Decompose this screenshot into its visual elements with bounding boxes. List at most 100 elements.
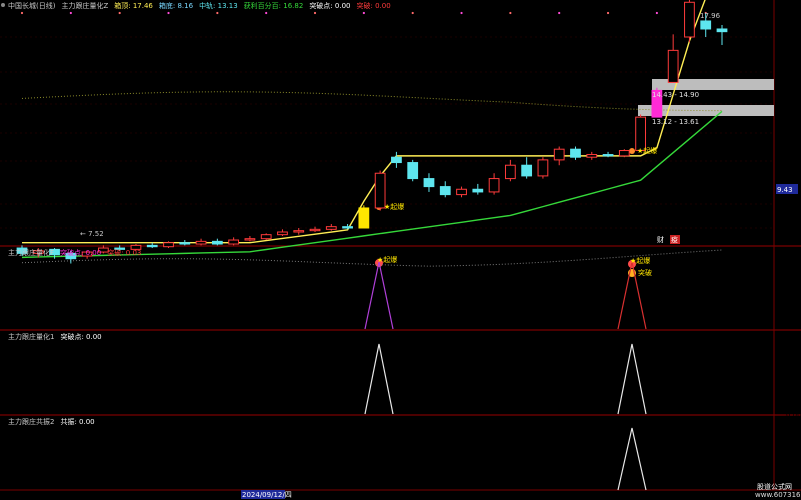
candle-body — [244, 238, 256, 241]
resistance-label-top: 14.43 - 14.90 — [652, 91, 699, 99]
header-field: 主力跟庄量化F — [8, 248, 54, 257]
header-field: 中轨: 13.13 — [199, 1, 238, 10]
candle-body — [439, 186, 451, 196]
x-tick-label: 9 — [124, 491, 128, 499]
top-marker-dot — [313, 11, 317, 15]
candle-body — [358, 207, 370, 229]
top-marker-dot — [509, 11, 512, 15]
top-marker-dot — [655, 11, 658, 15]
candle-body — [456, 188, 467, 196]
y-tick-label: 16.00 — [784, 34, 801, 42]
candle-body — [195, 240, 207, 245]
header-field: 中国长城(日线) — [8, 1, 56, 10]
header-field: 主力跟庄量化Z — [61, 1, 108, 10]
watermark-line2: www.6073168.com — [755, 491, 801, 499]
candle-body — [179, 242, 191, 245]
header-field: 突破: 0.03 — [107, 248, 141, 257]
candle-body — [293, 230, 305, 233]
top-marker-dot — [69, 11, 72, 15]
x-tick-label: 10 — [409, 491, 418, 499]
candle-body — [488, 178, 500, 193]
top-marker-dot — [118, 11, 121, 15]
y-tick-label: 14.80 — [784, 69, 801, 77]
y-tick-label: 0.50 — [786, 376, 801, 384]
stock-chart: 中国长城(日线) 主力跟庄量化Z 箱顶: 17.46 箱底: 8.16 中轨: 13.1… — [0, 0, 801, 500]
current-price-label: 9.43 — [777, 186, 793, 194]
candle-body — [309, 228, 321, 232]
candle-body — [228, 239, 240, 245]
top-marker-dot — [216, 11, 219, 15]
finance-tag: 财 — [657, 235, 664, 244]
candle-body — [472, 188, 484, 193]
y-tick-label: 0.50 — [786, 455, 801, 463]
candle-body — [684, 1, 695, 38]
epidemic-tag: 疫 — [671, 235, 678, 244]
candle-body — [570, 148, 581, 158]
top-marker-dot — [558, 11, 561, 15]
signal-label: ★起爆 — [384, 202, 404, 211]
main-panel-header — [1, 3, 5, 7]
candle-body — [586, 154, 598, 158]
low-price-label: ← 7.52 — [80, 230, 104, 238]
candle-body — [700, 20, 712, 30]
candle-body — [716, 28, 728, 33]
header-field: 主力跟庄共振2 — [8, 417, 54, 426]
signal-label: ★起爆 — [630, 256, 650, 265]
header-field: 获利百分百: 16.82 — [244, 1, 304, 10]
candle-body — [146, 244, 158, 248]
header-field: 突破: 0.00 — [356, 1, 390, 10]
candle-body — [537, 159, 549, 177]
candle-body — [342, 226, 353, 229]
top-marker-dot — [411, 11, 414, 15]
header-field: 箱底: 8.16 — [159, 1, 194, 10]
candle-body — [635, 116, 646, 152]
y-tick-label: 10.04 — [784, 201, 801, 209]
signal-label: ★起爆 — [637, 146, 657, 155]
header-field: 突破点: 0.00 — [60, 332, 101, 341]
watermark-line1: 股道公式网 — [757, 482, 792, 491]
top-marker-dot — [606, 11, 610, 15]
top-marker-dot — [362, 11, 365, 15]
header-dot-icon — [1, 3, 5, 7]
signal-label: ★起爆 — [377, 255, 397, 264]
candle-body — [277, 231, 288, 236]
y-tick-label: 12.42 — [784, 130, 801, 138]
candle-body — [211, 240, 223, 245]
header-field: 主力跟庄量化1 — [8, 332, 54, 341]
breakout-label: 突破 — [638, 268, 652, 277]
top-marker-dot — [167, 11, 170, 15]
y-tick-label: 1.00 — [786, 254, 801, 262]
signal-coin-icon — [629, 148, 635, 154]
candle-body — [553, 148, 565, 161]
y-tick-label: 0.00 — [786, 411, 801, 419]
candle-body — [407, 162, 419, 180]
top-marker-dot — [20, 11, 24, 15]
y-tick-label: 11.23 — [784, 158, 801, 166]
y-tick-label: 1.00 — [786, 341, 801, 349]
candle-body — [163, 242, 174, 248]
x-tick-label: 11 — [678, 491, 687, 499]
candle-body — [423, 178, 435, 188]
candle-body — [504, 164, 516, 180]
x-tick-label: 2024年 — [6, 490, 31, 499]
top-marker-dot — [460, 11, 463, 15]
candle-body — [667, 49, 679, 83]
y-tick-label: 8.85 — [784, 225, 800, 233]
candle-body — [260, 234, 272, 240]
header-field: 共振: 0.00 — [60, 417, 94, 426]
y-tick-label: 0.20 — [786, 315, 801, 323]
candle-body — [618, 150, 630, 157]
header-field: 箱顶: 17.46 — [114, 1, 153, 10]
high-price-label: 17.96 — [700, 12, 721, 20]
y-tick-label: 0.80 — [786, 269, 801, 277]
top-marker-dot — [265, 11, 268, 15]
candle-body — [602, 154, 614, 157]
y-tick-label: 0.60 — [786, 285, 801, 293]
candle-body — [521, 164, 533, 177]
y-tick-label: 1.00 — [786, 425, 801, 433]
y-tick-label: 13.61 — [784, 101, 801, 109]
candle-body — [391, 156, 402, 164]
header-field: 突破点: 0.00 — [309, 1, 350, 10]
candle-body — [325, 226, 337, 230]
y-tick-label: 0.40 — [786, 300, 801, 308]
